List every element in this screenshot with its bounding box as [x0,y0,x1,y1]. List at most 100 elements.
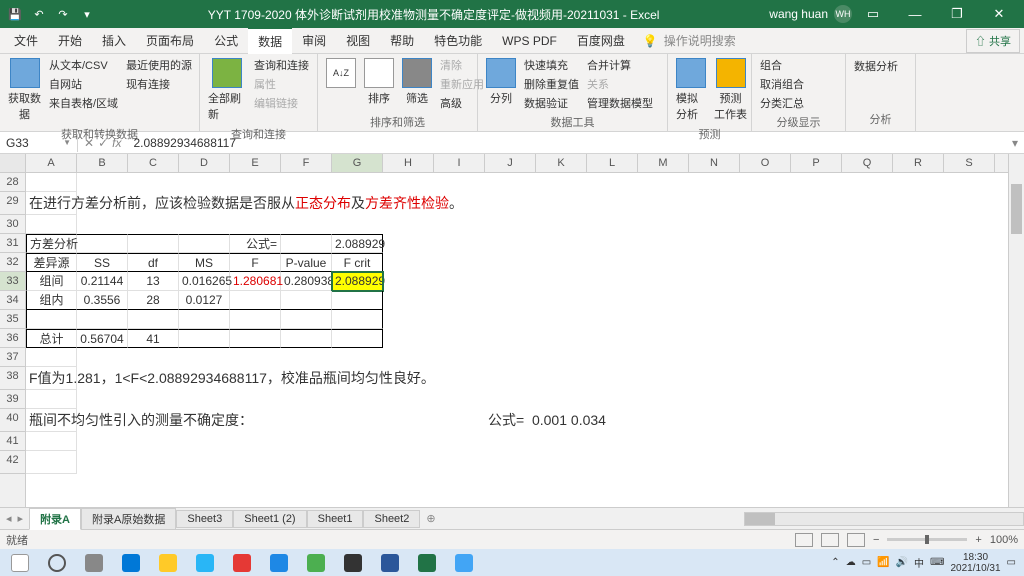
cell[interactable]: 公式= [230,234,281,253]
col-header[interactable]: I [434,154,485,172]
view-break-icon[interactable] [847,533,865,547]
cell[interactable]: F crit [332,253,383,272]
volume-icon[interactable]: 🔊 [896,557,908,568]
vertical-scrollbar[interactable] [1008,154,1024,507]
col-header[interactable]: P [791,154,842,172]
row-header[interactable]: 38 [0,367,25,390]
cell[interactable]: 28 [128,291,179,310]
cell[interactable]: 组间 [26,272,77,291]
maximize-button[interactable]: ❐ [936,0,978,28]
row-header[interactable]: 39 [0,390,25,409]
flash-fill[interactable]: 快速填充 [522,56,581,74]
share-button[interactable]: ⇧ 共享 [966,29,1020,53]
formula-input[interactable]: 2.08892934688117 [127,134,1006,152]
cell[interactable]: df [128,253,179,272]
get-data-button[interactable]: 获取数 据 [6,56,43,124]
keyboard-icon[interactable]: ⌨ [930,557,944,568]
col-header[interactable]: K [536,154,587,172]
col-header[interactable]: J [485,154,536,172]
cell[interactable]: 0.56704 [77,329,128,348]
col-header[interactable]: N [689,154,740,172]
tab-data[interactable]: 数据 [248,27,292,54]
zoom-in-icon[interactable]: + [975,534,981,546]
selected-cell[interactable]: 2.088929 [332,272,383,291]
cell[interactable]: 0.280938 [281,272,332,291]
tray-up-icon[interactable]: ⌃ [831,557,839,568]
relations[interactable]: 关系 [585,75,655,93]
notifications-icon[interactable]: ▭ [1007,557,1016,568]
minimize-button[interactable]: ― [894,0,936,28]
select-all[interactable] [0,154,25,173]
cancel-formula-icon[interactable]: ✕ [84,136,94,150]
sheet-tab[interactable]: Sheet1 [307,510,364,528]
col-header[interactable]: F [281,154,332,172]
from-text-csv[interactable]: 从文本/CSV [47,56,120,74]
name-box[interactable]: G33▼ [0,134,78,152]
app-icon[interactable] [298,550,334,575]
cortana-icon[interactable] [39,550,75,575]
cell[interactable]: P-value [281,253,332,272]
col-header[interactable]: S [944,154,995,172]
cell[interactable]: 组内 [26,291,77,310]
col-header[interactable]: M [638,154,689,172]
tab-wps[interactable]: WPS PDF [492,30,567,52]
sort-az-button[interactable]: A↓Z [324,56,358,90]
avatar[interactable]: WH [834,5,852,23]
save-icon[interactable]: 💾 [4,3,26,25]
row-header[interactable]: 29 [0,192,25,215]
fx-icon[interactable]: fx [112,136,121,150]
add-sheet-button[interactable]: ⊕ [420,510,441,527]
data-valid[interactable]: 数据验证 [522,94,581,112]
row-header[interactable]: 34 [0,291,25,310]
col-header[interactable]: L [587,154,638,172]
row-header[interactable]: 40 [0,409,25,432]
col-header[interactable]: B [77,154,128,172]
col-header[interactable]: E [230,154,281,172]
cell[interactable]: 0.016265 [179,272,230,291]
sheet-nav-first[interactable]: ◂ [4,512,14,525]
taskview-icon[interactable] [76,550,112,575]
cell[interactable]: 1.280681 [230,272,281,291]
ime-indicator[interactable]: 中 [914,555,924,570]
tab-layout[interactable]: 页面布局 [136,28,204,53]
row-header[interactable]: 30 [0,215,25,234]
explorer-icon[interactable] [150,550,186,575]
redo-icon[interactable]: ↷ [52,3,74,25]
col-header[interactable]: H [383,154,434,172]
undo-icon[interactable]: ↶ [28,3,50,25]
chevron-down-icon[interactable]: ▼ [63,138,71,147]
col-header[interactable]: G [332,154,383,172]
excel-icon[interactable] [409,550,445,575]
app-icon[interactable] [446,550,482,575]
expand-formula-icon[interactable]: ▾ [1006,136,1024,150]
app-icon[interactable] [187,550,223,575]
col-header[interactable]: O [740,154,791,172]
data-analysis-button[interactable]: 数据分析 [852,56,900,76]
col-header[interactable]: D [179,154,230,172]
battery-icon[interactable]: ▭ [862,557,871,568]
horizontal-scrollbar[interactable] [744,512,1024,526]
group-btn[interactable]: 组合 [758,56,806,74]
data-model[interactable]: 管理数据模型 [585,94,655,112]
sheet-tab[interactable]: 附录A原始数据 [81,508,176,530]
close-button[interactable]: ✕ [978,0,1020,28]
edge-icon[interactable] [113,550,149,575]
row-header[interactable]: 36 [0,329,25,348]
text-to-cols-button[interactable]: 分列 [484,56,518,108]
app-icon[interactable] [335,550,371,575]
cell[interactable]: SS [77,253,128,272]
row-header[interactable]: 42 [0,451,25,474]
cell[interactable]: MS [179,253,230,272]
tab-baidu[interactable]: 百度网盘 [567,28,635,53]
cell[interactable]: 41 [128,329,179,348]
sheet-tab[interactable]: Sheet2 [363,510,420,528]
tab-home[interactable]: 开始 [48,28,92,53]
row-header[interactable]: 37 [0,348,25,367]
qa-dropdown-icon[interactable]: ▾ [76,3,98,25]
col-header[interactable]: A [26,154,77,172]
zoom-out-icon[interactable]: − [873,534,879,546]
cloud-icon[interactable]: ☁ [846,557,856,568]
sort-button[interactable]: 排序 [362,56,396,108]
tab-formulas[interactable]: 公式 [204,28,248,53]
row-header[interactable]: 31 [0,234,25,253]
